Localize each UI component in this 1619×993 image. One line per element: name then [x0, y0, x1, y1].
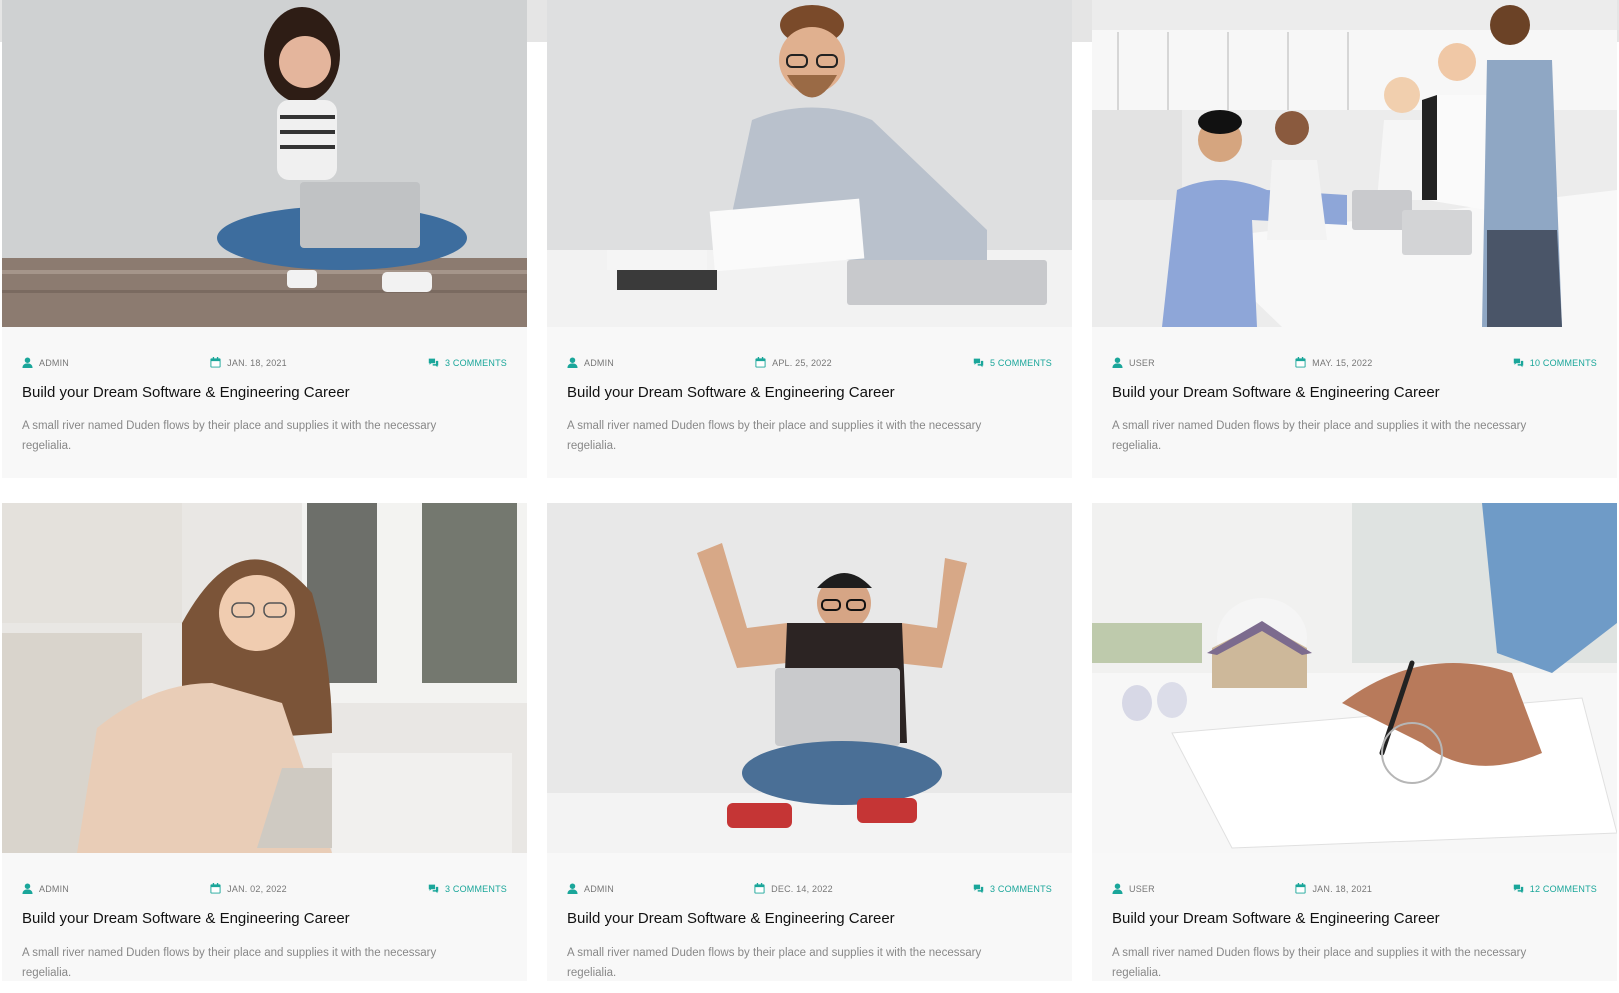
- post-date-label: APL. 25, 2022: [772, 357, 832, 368]
- post-comments[interactable]: 3 COMMENTS: [428, 883, 507, 894]
- post-comments[interactable]: 3 COMMENTS: [973, 883, 1052, 894]
- post-title[interactable]: Build your Dream Software & Engineering …: [1112, 909, 1597, 929]
- blog-grid: ADMIN JAN. 18, 2021 3 COMMENTS Build you…: [2, 0, 1617, 981]
- calendar-icon: [210, 357, 221, 368]
- post-excerpt: A small river named Duden flows by their…: [22, 947, 437, 979]
- post-meta: ADMIN DEC. 14, 2022 3 COMMENTS: [567, 883, 1052, 894]
- post-date-label: JAN. 18, 2021: [1312, 883, 1373, 894]
- post-title[interactable]: Build your Dream Software & Engineering …: [567, 383, 1052, 403]
- comments-icon: [973, 883, 984, 894]
- post-date[interactable]: MAY. 15, 2022: [1295, 357, 1372, 368]
- comments-icon: [973, 357, 984, 368]
- post-comments-label: 3 COMMENTS: [989, 883, 1052, 894]
- post-title[interactable]: Build your Dream Software & Engineering …: [22, 383, 507, 403]
- post-date-label: JAN. 02, 2022: [227, 883, 287, 894]
- post-comments[interactable]: 3 COMMENTS: [428, 357, 507, 368]
- blog-card[interactable]: USER JAN. 18, 2021 12 COMMENTS Build you…: [1092, 503, 1617, 981]
- post-author[interactable]: USER: [1112, 883, 1155, 894]
- post-author-label: USER: [1129, 883, 1155, 894]
- post-title[interactable]: Build your Dream Software & Engineering …: [1112, 383, 1597, 403]
- post-author[interactable]: ADMIN: [567, 883, 614, 894]
- post-image-woman-laptop-floor[interactable]: [2, 0, 527, 327]
- post-comments-label: 5 COMMENTS: [989, 357, 1052, 368]
- blog-card[interactable]: ADMIN JAN. 18, 2021 3 COMMENTS Build you…: [2, 0, 527, 478]
- calendar-icon: [1295, 357, 1306, 368]
- post-comments[interactable]: 12 COMMENTS: [1513, 883, 1597, 894]
- comments-icon: [1513, 357, 1524, 368]
- post-date[interactable]: JAN. 18, 2021: [210, 357, 287, 368]
- post-meta: ADMIN APL. 25, 2022 5 COMMENTS: [567, 357, 1052, 368]
- post-date[interactable]: APL. 25, 2022: [755, 357, 832, 368]
- post-meta: USER MAY. 15, 2022 10 COMMENTS: [1112, 357, 1597, 368]
- post-author[interactable]: ADMIN: [567, 357, 614, 368]
- post-author[interactable]: ADMIN: [22, 357, 69, 368]
- post-image-architect-drawing-plans[interactable]: [1092, 503, 1617, 853]
- user-icon: [22, 883, 33, 894]
- blog-card[interactable]: ADMIN APL. 25, 2022 5 COMMENTS Build you…: [547, 0, 1072, 478]
- post-date-label: MAY. 15, 2022: [1312, 357, 1373, 368]
- blog-card[interactable]: USER MAY. 15, 2022 10 COMMENTS Build you…: [1092, 0, 1617, 478]
- post-date[interactable]: JAN. 02, 2022: [210, 883, 287, 894]
- post-image-man-celebrating-laptop[interactable]: [547, 503, 1072, 853]
- post-excerpt: A small river named Duden flows by their…: [1112, 420, 1527, 452]
- post-excerpt: A small river named Duden flows by their…: [1112, 947, 1527, 979]
- calendar-icon: [754, 883, 765, 894]
- post-comments-label: 10 COMMENTS: [1529, 357, 1597, 368]
- post-date[interactable]: DEC. 14, 2022: [754, 883, 833, 894]
- post-author-label: ADMIN: [39, 883, 69, 894]
- calendar-icon: [210, 883, 221, 894]
- post-image-man-glasses-desk[interactable]: [547, 0, 1072, 327]
- blog-card[interactable]: ADMIN DEC. 14, 2022 3 COMMENTS Build you…: [547, 503, 1072, 981]
- post-author-label: ADMIN: [584, 883, 614, 894]
- post-comments[interactable]: 5 COMMENTS: [973, 357, 1052, 368]
- post-excerpt: A small river named Duden flows by their…: [567, 420, 982, 452]
- blog-card[interactable]: ADMIN JAN. 02, 2022 3 COMMENTS Build you…: [2, 503, 527, 981]
- comments-icon: [1513, 883, 1524, 894]
- post-excerpt: A small river named Duden flows by their…: [567, 947, 982, 979]
- post-date[interactable]: JAN. 18, 2021: [1295, 883, 1372, 894]
- user-icon: [1112, 883, 1123, 894]
- calendar-icon: [755, 357, 766, 368]
- user-icon: [22, 357, 33, 368]
- post-comments[interactable]: 10 COMMENTS: [1513, 357, 1597, 368]
- post-author-label: ADMIN: [584, 357, 614, 368]
- calendar-icon: [1295, 883, 1307, 894]
- post-meta: ADMIN JAN. 02, 2022 3 COMMENTS: [22, 883, 507, 894]
- post-comments-label: 12 COMMENTS: [1529, 883, 1597, 894]
- post-image-woman-glasses-laptop[interactable]: [2, 503, 527, 853]
- user-icon: [567, 357, 578, 368]
- post-title[interactable]: Build your Dream Software & Engineering …: [22, 909, 507, 929]
- user-icon: [1112, 357, 1123, 368]
- post-meta: ADMIN JAN. 18, 2021 3 COMMENTS: [22, 357, 507, 368]
- post-comments-label: 3 COMMENTS: [444, 883, 507, 894]
- post-author-label: ADMIN: [39, 357, 69, 368]
- post-date-label: JAN. 18, 2021: [227, 357, 287, 368]
- post-comments-label: 3 COMMENTS: [444, 357, 507, 368]
- post-date-label: DEC. 14, 2022: [771, 883, 833, 894]
- post-image-team-thumbs-up[interactable]: [1092, 0, 1617, 327]
- comments-icon: [428, 883, 439, 894]
- user-icon: [567, 883, 578, 894]
- post-excerpt: A small river named Duden flows by their…: [22, 420, 437, 452]
- comments-icon: [428, 357, 439, 368]
- post-author[interactable]: ADMIN: [22, 883, 69, 894]
- post-title[interactable]: Build your Dream Software & Engineering …: [567, 909, 1052, 929]
- post-author-label: USER: [1129, 357, 1155, 368]
- post-author[interactable]: USER: [1112, 357, 1155, 368]
- post-meta: USER JAN. 18, 2021 12 COMMENTS: [1112, 883, 1597, 894]
